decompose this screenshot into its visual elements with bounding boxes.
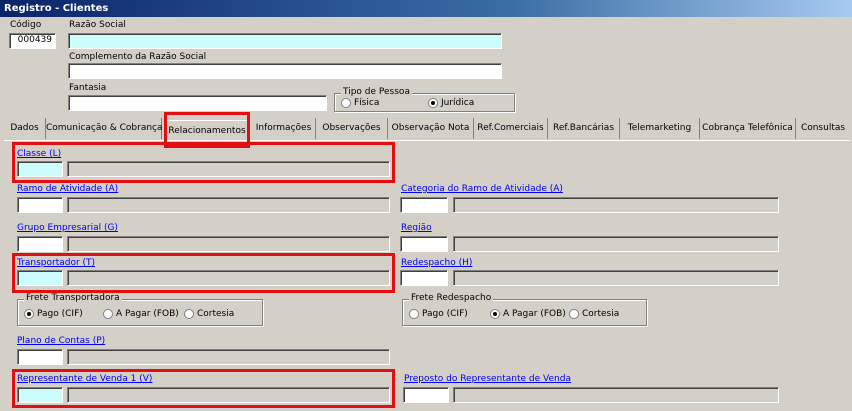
frete-redespacho-group: Frete Redespacho Pago (CIF) A Pagar (FOB… (402, 293, 647, 326)
razao-social-label: Razão Social (69, 20, 126, 30)
frete-redespacho-title: Frete Redespacho (409, 293, 494, 303)
radio-juridica-label: Jurídica (441, 98, 475, 108)
representante-venda-code-field[interactable] (17, 387, 63, 403)
frete-transp-cortesia-label: Cortesia (197, 309, 235, 319)
complemento-label: Complemento da Razão Social (69, 52, 207, 62)
representante-venda-description-field (67, 387, 390, 403)
tab-bar: Dados Comunicação & Cobrança Relacioname… (4, 118, 850, 141)
classe-code-field[interactable] (17, 161, 63, 177)
ramo-atividade-code-field[interactable] (17, 197, 63, 213)
codigo-field[interactable]: 000439 (9, 33, 56, 49)
radio-juridica[interactable]: Jurídica (428, 98, 474, 109)
plano-contas-link[interactable]: Plano de Contas (P) (17, 336, 105, 346)
tab-dados[interactable]: Dados (4, 118, 46, 139)
classe-link[interactable]: Classe (L) (17, 149, 61, 159)
complemento-field[interactable] (68, 63, 502, 79)
frete-transp-pago-cif[interactable]: Pago (CIF) (24, 309, 83, 320)
frete-transportadora-group: Frete Transportadora Pago (CIF) A Pagar … (17, 293, 263, 326)
ramo-atividade-description-field (67, 197, 390, 213)
radio-fisica[interactable]: Física (341, 98, 379, 109)
tipo-pessoa-title: Tipo de Pessoa (341, 87, 412, 97)
fantasia-label: Fantasia (69, 83, 107, 93)
tab-observacoes[interactable]: Observações (316, 118, 388, 139)
window-title: Registro - Clientes (0, 0, 852, 17)
frete-transp-a-pagar-fob-indicator (103, 309, 113, 319)
regiao-code-field[interactable] (400, 236, 448, 252)
tab-comunicacao-cobranca[interactable]: Comunicação & Cobrança (46, 118, 163, 139)
tab-consultas[interactable]: Consultas (796, 118, 850, 139)
codigo-label: Código (10, 20, 42, 30)
regiao-description-field (453, 236, 779, 252)
frete-transp-a-pagar-fob[interactable]: A Pagar (FOB) (103, 309, 179, 320)
redespacho-link[interactable]: Redespacho (H) (401, 258, 472, 268)
redespacho-description-field (453, 270, 779, 286)
radio-fisica-indicator (341, 98, 351, 108)
frete-redesp-a-pagar-fob-label: A Pagar (FOB) (503, 309, 566, 319)
frete-transportadora-title: Frete Transportadora (24, 293, 122, 303)
grupo-empresarial-code-field[interactable] (17, 236, 63, 252)
frete-transp-cortesia-indicator (184, 309, 194, 319)
grupo-empresarial-description-field (67, 236, 390, 252)
frete-redesp-a-pagar-fob-indicator (490, 309, 500, 319)
tab-ref-comerciais[interactable]: Ref.Comerciais (474, 118, 548, 139)
preposto-code-field[interactable] (403, 387, 449, 403)
grupo-empresarial-link[interactable]: Grupo Empresarial (G) (17, 223, 118, 233)
tab-observacao-nota[interactable]: Observação Nota (388, 118, 474, 139)
tab-informacoes[interactable]: Informações (252, 118, 316, 139)
ramo-atividade-link[interactable]: Ramo de Atividade (A) (17, 184, 118, 194)
tab-ref-bancarias[interactable]: Ref.Bancárias (548, 118, 620, 139)
tab-relacionamentos[interactable]: Relacionamentos (166, 120, 248, 141)
frete-redesp-pago-cif-indicator (409, 309, 419, 319)
transportador-description-field (67, 270, 390, 286)
frete-transp-pago-cif-indicator (24, 309, 34, 319)
tab-telemarketing[interactable]: Telemarketing (620, 118, 700, 139)
transportador-code-field[interactable] (17, 270, 63, 286)
frete-transp-pago-cif-label: Pago (CIF) (37, 309, 83, 319)
radio-juridica-indicator (428, 98, 438, 108)
categoria-ramo-description-field (453, 197, 779, 213)
representante-venda-link[interactable]: Representante de Venda 1 (V) (17, 374, 152, 384)
preposto-description-field (453, 387, 779, 403)
frete-redesp-pago-cif[interactable]: Pago (CIF) (409, 309, 468, 320)
frete-redesp-a-pagar-fob[interactable]: A Pagar (FOB) (490, 309, 566, 320)
plano-contas-description-field (67, 349, 390, 365)
frete-redesp-cortesia-indicator (569, 309, 579, 319)
regiao-link[interactable]: Região (401, 223, 432, 233)
radio-fisica-label: Física (354, 98, 380, 108)
categoria-ramo-code-field[interactable] (400, 197, 448, 213)
tipo-pessoa-group: Tipo de Pessoa Física Jurídica (334, 87, 515, 112)
redespacho-code-field[interactable] (400, 270, 448, 286)
preposto-representante-link[interactable]: Preposto do Representante de Venda (404, 374, 571, 384)
frete-redesp-pago-cif-label: Pago (CIF) (422, 309, 468, 319)
plano-contas-code-field[interactable] (17, 349, 63, 365)
frete-transp-cortesia[interactable]: Cortesia (184, 309, 234, 320)
fantasia-field[interactable] (68, 95, 327, 111)
transportador-link[interactable]: Transportador (T) (17, 258, 95, 268)
razao-social-field[interactable] (68, 33, 502, 49)
frete-redesp-cortesia-label: Cortesia (582, 309, 620, 319)
frete-redesp-cortesia[interactable]: Cortesia (569, 309, 619, 320)
categoria-ramo-link[interactable]: Categoria do Ramo de Atividade (A) (401, 184, 563, 194)
tab-cobranca-telefonica[interactable]: Cobrança Telefônica (700, 118, 796, 139)
frete-transp-a-pagar-fob-label: A Pagar (FOB) (116, 309, 179, 319)
classe-description-field (67, 161, 390, 177)
